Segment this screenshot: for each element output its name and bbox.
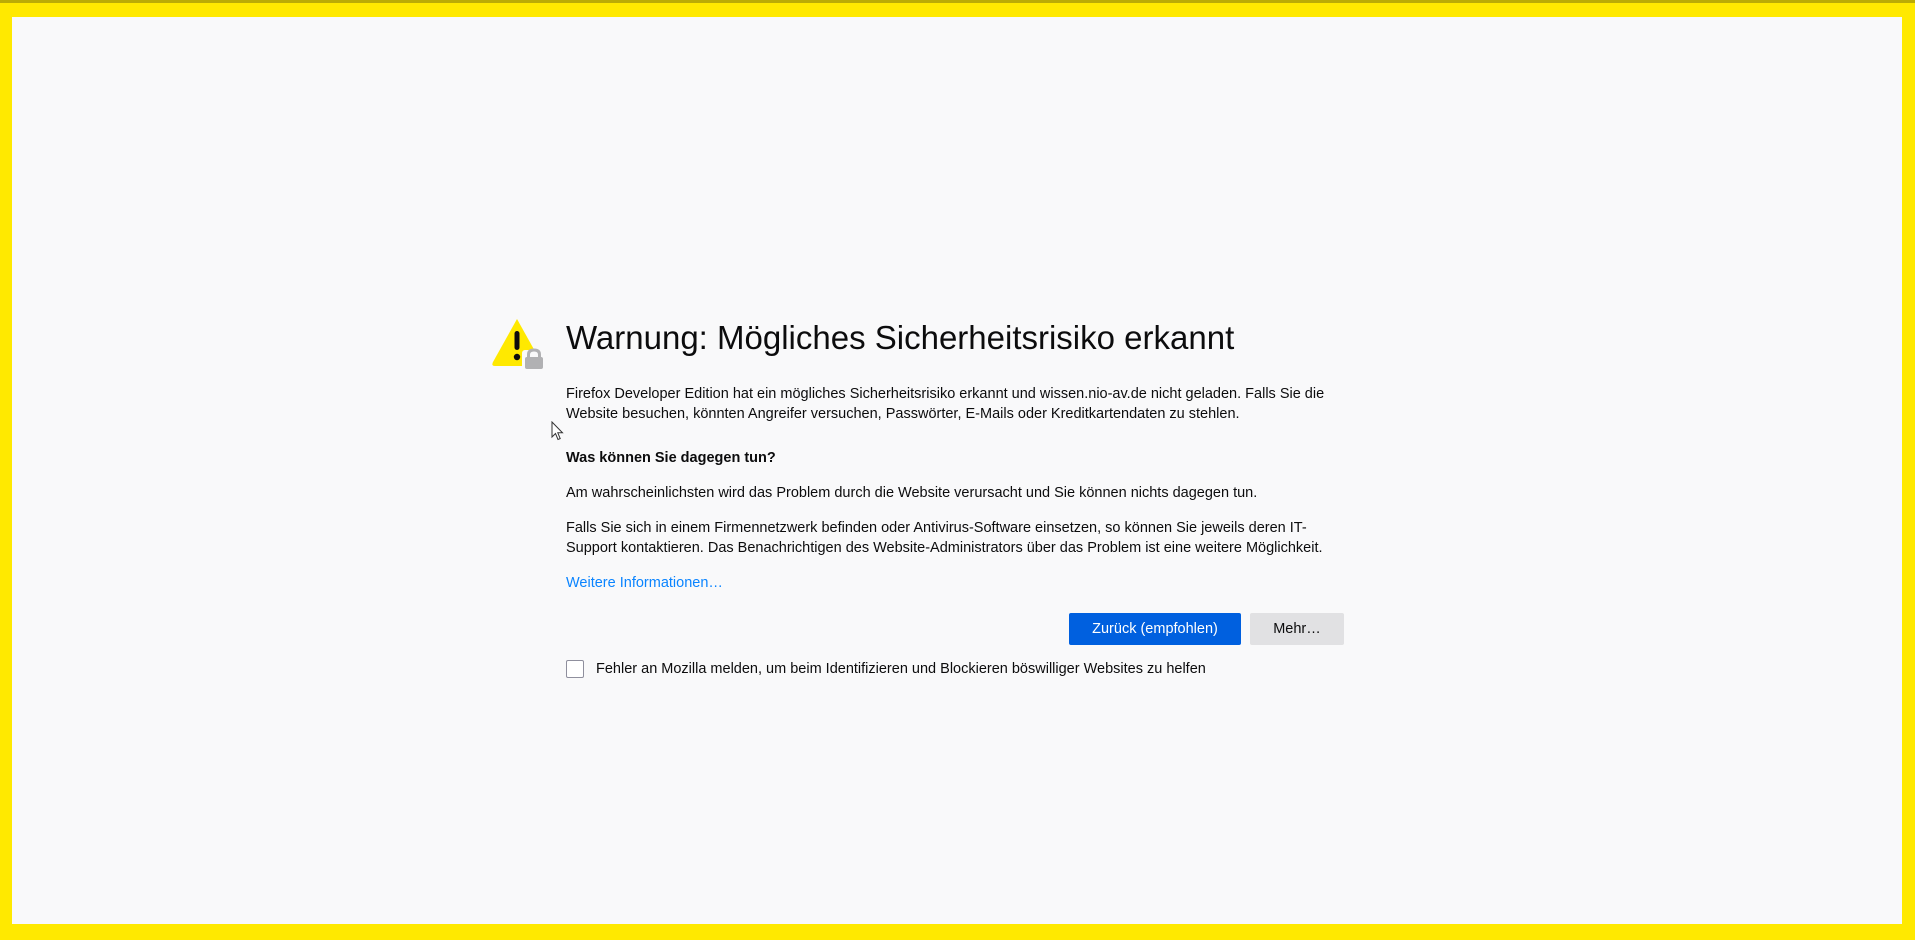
learn-more-link[interactable]: Weitere Informationen…: [566, 573, 723, 593]
error-intro-text: Firefox Developer Edition hat ein möglic…: [566, 386, 1325, 422]
warning-lock-icon: [492, 319, 546, 370]
report-checkbox-label[interactable]: Fehler an Mozilla melden, um beim Identi…: [596, 659, 1206, 679]
report-row: Fehler an Mozilla melden, um beim Identi…: [566, 659, 1344, 679]
page-title: Warnung: Mögliches Sicherheitsrisiko erk…: [566, 319, 1235, 356]
frame-top-edge: [0, 0, 1915, 3]
site-problem-text: Am wahrscheinlichsten wird das Problem d…: [566, 485, 1258, 501]
advanced-button[interactable]: Mehr…: [1250, 613, 1344, 645]
error-page-container: Warnung: Mögliches Sicherheitsrisiko erk…: [492, 312, 1344, 679]
go-back-button[interactable]: Zurück (empfohlen): [1069, 613, 1241, 645]
mouse-pointer-icon: [551, 421, 564, 441]
what-can-you-do-heading: Was können Sie dagegen tun?: [566, 450, 776, 466]
contact-support-text: Falls Sie sich in einem Firmennetzwerk b…: [566, 520, 1323, 556]
report-checkbox[interactable]: [566, 660, 584, 678]
button-row: Zurück (empfohlen) Mehr…: [566, 613, 1344, 645]
